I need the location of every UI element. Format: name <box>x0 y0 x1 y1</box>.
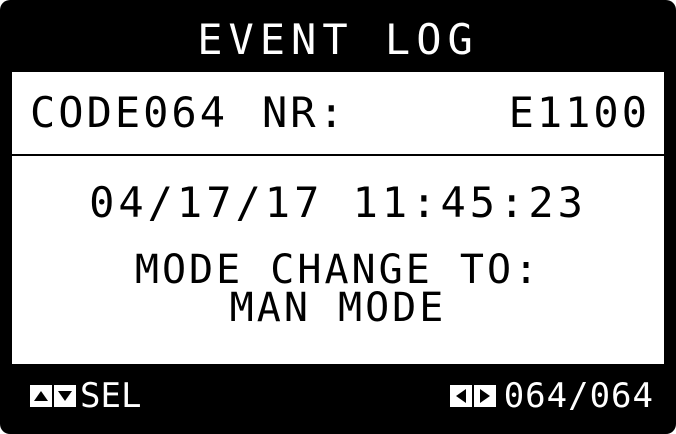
footer-bar: SEL 064/064 <box>12 370 664 422</box>
title-bar: EVENT LOG <box>12 10 664 68</box>
triangle-down-icon[interactable] <box>54 385 76 407</box>
triangle-right-icon[interactable] <box>473 385 496 407</box>
page-title: EVENT LOG <box>197 15 479 64</box>
event-id: E1100 <box>508 88 650 137</box>
lcd-display: EVENT LOG CODE064 NR: E1100 04/17/17 11:… <box>0 0 676 434</box>
event-message-line2: MAN MODE <box>229 285 447 331</box>
event-code-row: CODE064 NR: E1100 <box>12 72 664 154</box>
select-label[interactable]: SEL <box>80 379 141 413</box>
page-indicator: 064/064 <box>503 376 654 416</box>
nr-label: NR: <box>262 88 347 137</box>
triangle-left-icon[interactable] <box>449 385 472 407</box>
triangle-up-icon[interactable] <box>30 385 52 407</box>
event-details: 04/17/17 11:45:23 MODE CHANGE TO: MAN MO… <box>12 156 664 364</box>
event-message-line1: MODE CHANGE TO: <box>134 247 542 293</box>
event-code: CODE064 <box>30 88 229 137</box>
event-datetime: 04/17/17 11:45:23 <box>89 178 587 227</box>
